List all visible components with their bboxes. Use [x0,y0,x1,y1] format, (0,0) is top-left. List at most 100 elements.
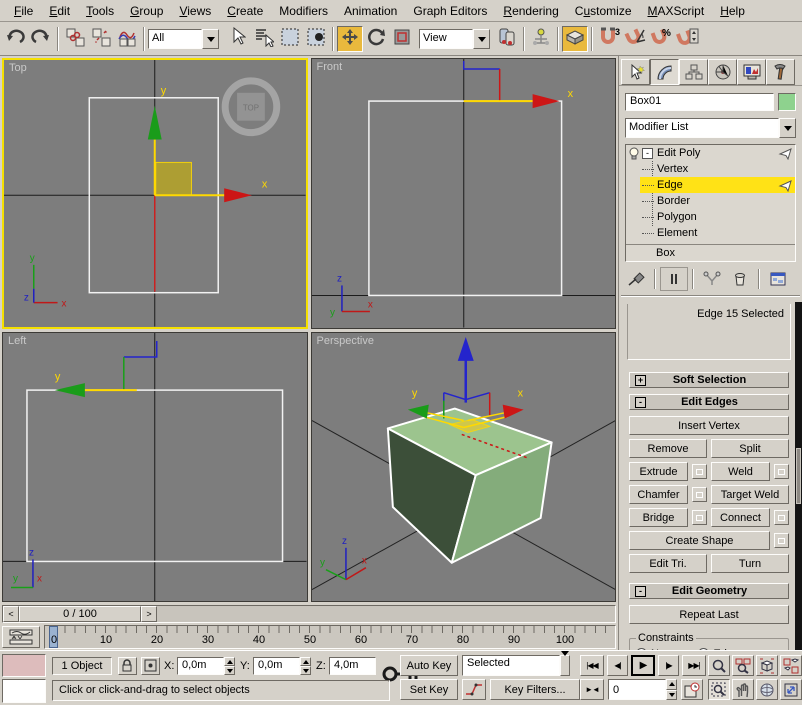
modifier-list-combo[interactable]: Modifier List [625,118,796,138]
zoom-button[interactable] [708,655,730,676]
select-and-manipulate-button[interactable] [528,26,554,52]
connect-settings-button[interactable] [774,510,789,525]
y-spinner[interactable] [300,657,311,675]
go-to-start-button[interactable]: |◀◀ [580,655,604,676]
next-frame-button[interactable]: |▶ [658,655,679,676]
select-and-rotate-button[interactable] [363,26,389,52]
current-frame-field[interactable]: 0 [608,679,666,700]
y-coordinate-field[interactable]: 0,0m [253,657,300,675]
z-coordinate-field[interactable]: 4,0m [329,657,376,675]
pin-stack-button[interactable] [623,268,649,290]
viewport-top[interactable]: Top TOP y x y z x [2,58,308,329]
select-object-button[interactable] [225,26,251,52]
weld-settings-button[interactable] [774,464,789,479]
track-bar-ruler[interactable]: 0 10 20 30 40 50 60 70 80 90 100 [44,625,616,649]
tab-hierarchy[interactable] [679,59,708,85]
stack-item-vertex[interactable]: Vertex [640,161,795,177]
collapse-icon[interactable]: - [635,396,646,408]
x-spinner[interactable] [224,657,235,675]
pan-view-button[interactable] [732,679,754,700]
make-unique-button[interactable] [699,268,725,290]
rollout-edit-edges[interactable]: - Edit Edges [629,394,789,410]
viewport-top-label[interactable]: Top [9,62,27,74]
insert-vertex-button[interactable]: Insert Vertex [629,416,789,435]
turn-button[interactable]: Turn [711,554,789,573]
unlink-selection-button[interactable] [88,26,114,52]
region-zoom-button[interactable] [708,679,730,700]
key-mode-combo[interactable]: Selected [462,651,570,676]
stack-expand-box[interactable]: - [642,147,653,159]
remove-modifier-button[interactable] [727,268,753,290]
chamfer-button[interactable]: Chamfer [629,485,688,504]
select-and-move-button[interactable] [337,25,363,52]
key-mode-toggle-button[interactable]: ►◄ [580,679,604,700]
create-shape-button[interactable]: Create Shape [629,531,770,550]
menu-edit[interactable]: Edit [41,2,78,20]
auto-key-button[interactable]: Auto Key [400,655,458,676]
edit-tri-button[interactable]: Edit Tri. [629,554,707,573]
weld-button[interactable]: Weld [711,462,770,481]
show-end-result-button[interactable] [660,267,688,291]
split-button[interactable]: Split [711,439,789,458]
expand-icon[interactable]: + [635,374,646,386]
select-and-link-button[interactable] [62,26,88,52]
use-pivot-point-center-button[interactable] [494,26,520,52]
default-in-out-tangents-button[interactable] [462,679,486,700]
tab-modify[interactable] [650,59,679,85]
angle-snap-toggle-button[interactable] [622,26,648,52]
target-weld-button[interactable]: Target Weld [711,485,789,504]
object-name-field[interactable]: Box01 [625,93,774,111]
tab-utilities[interactable] [766,59,795,85]
menu-rendering[interactable]: Rendering [495,2,566,20]
maximize-viewport-toggle-button[interactable] [780,679,802,700]
frame-spinner[interactable] [666,679,677,700]
stack-item-box[interactable]: Box [626,244,795,261]
menu-views[interactable]: Views [171,2,219,20]
stack-item-border[interactable]: Border [640,193,795,209]
key-filters-button[interactable]: Key Filters... [490,679,580,700]
bridge-button[interactable]: Bridge [629,508,688,527]
menu-tools[interactable]: Tools [78,2,122,20]
rollout-soft-selection[interactable]: + Soft Selection [629,372,789,388]
repeat-last-button[interactable]: Repeat Last [629,605,789,624]
go-to-end-button[interactable]: ▶▶| [682,655,706,676]
create-shape-settings-button[interactable] [774,533,789,548]
zoom-extents-all-button[interactable] [780,655,802,676]
select-and-scale-button[interactable] [389,26,415,52]
maxscript-mini-listener-pink[interactable] [2,654,46,677]
scrollbar-thumb[interactable] [796,448,801,504]
viewport-perspective-label[interactable]: Perspective [317,335,374,347]
bind-to-space-warp-button[interactable] [114,26,140,52]
open-mini-curve-editor-button[interactable] [2,626,40,648]
viewport-left-label[interactable]: Left [8,335,26,347]
time-configuration-button[interactable] [681,679,703,700]
key-mode-dropdown-button[interactable] [560,651,570,676]
keyboard-shortcut-override-button[interactable] [562,25,588,52]
viewport-front[interactable]: Front x z y x [310,58,616,329]
x-coordinate-field[interactable]: 0,0m [177,657,224,675]
stack-item-edge[interactable]: Edge [640,177,795,193]
viewport-left[interactable]: Left y z y x [2,331,308,602]
menu-graph-editors[interactable]: Graph Editors [405,2,495,20]
spinner-snap-toggle-button[interactable] [674,26,700,52]
undo-button[interactable] [2,26,28,52]
configure-modifier-sets-button[interactable] [765,268,791,290]
collapse-icon[interactable]: - [635,585,646,597]
time-slider-handle[interactable]: 0 / 100 [19,606,141,622]
viewcube[interactable]: TOP [221,77,281,137]
snaps-toggle-button[interactable]: 3 [596,26,622,52]
stack-item-edit-poly[interactable]: - Edit Poly [626,145,795,161]
stack-item-element[interactable]: Element [640,225,795,241]
viewport-front-label[interactable]: Front [317,61,343,73]
maxscript-mini-listener-white[interactable] [2,679,46,703]
tab-display[interactable] [737,59,766,85]
reference-coordinate-combo[interactable]: View [419,28,490,49]
remove-button[interactable]: Remove [629,439,707,458]
rollout-edit-geometry[interactable]: - Edit Geometry [629,583,789,599]
arc-rotate-button[interactable] [756,679,778,700]
selection-filter-combo[interactable]: All [148,28,219,49]
modifier-list-dropdown-button[interactable] [779,118,796,138]
chamfer-settings-button[interactable] [692,487,707,502]
connect-button[interactable]: Connect [711,508,770,527]
menu-customize[interactable]: Customize [567,2,640,20]
